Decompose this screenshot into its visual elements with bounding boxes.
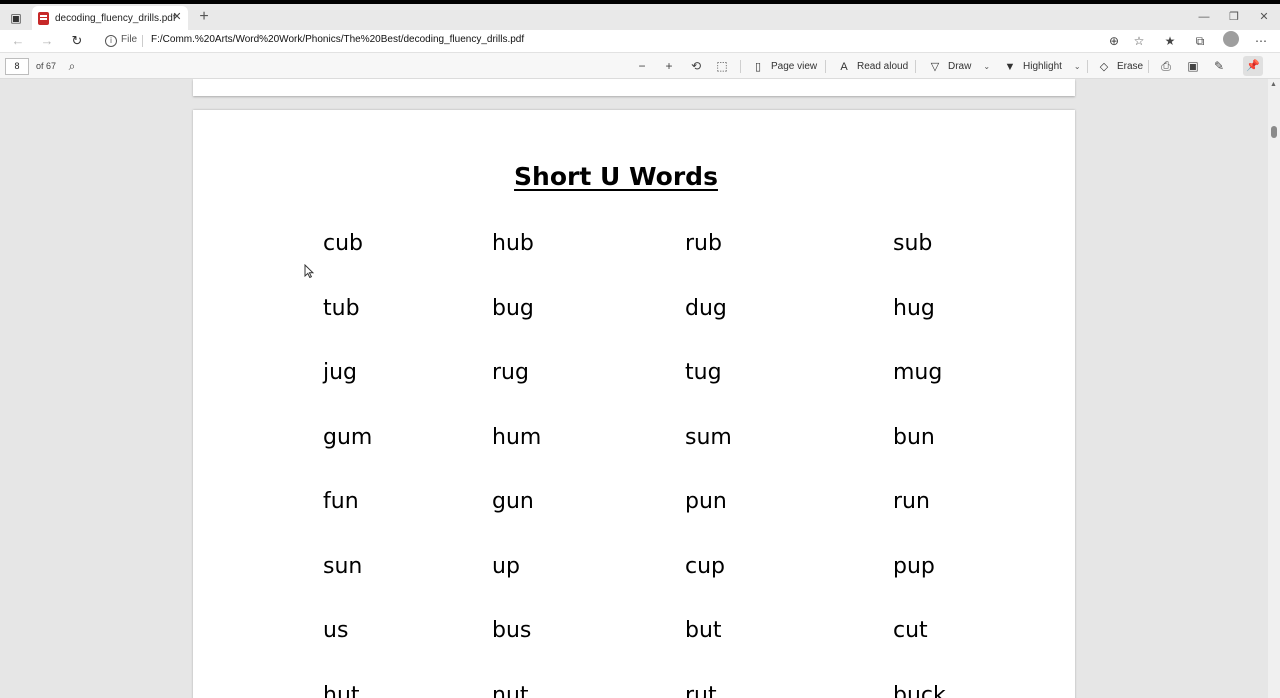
- page-count: of 67: [36, 61, 57, 71]
- page-title: Short U Words: [514, 162, 718, 191]
- word-item: sum: [685, 424, 732, 450]
- site-info-icon[interactable]: i: [105, 35, 117, 47]
- zoom-in-icon[interactable]: +: [661, 58, 677, 74]
- forward-icon[interactable]: →: [38, 32, 56, 50]
- word-item: rub: [685, 231, 722, 256]
- word-item: cup: [685, 553, 726, 579]
- highlight-icon: ▼: [1004, 60, 1016, 73]
- pdf-page: Short U Words cub hub rub sub tub bug dug hug ju…: [193, 110, 1075, 698]
- scroll-thumb[interactable]: [1271, 126, 1277, 138]
- toolbar-separator: [915, 60, 916, 73]
- tab-title: decoding_fluency_drills.pdf: [55, 12, 176, 24]
- new-tab-button[interactable]: +: [196, 8, 212, 26]
- word-item: cut: [893, 618, 928, 643]
- url-field[interactable]: F:/Comm.%20Arts/Word%20Work/Phonics/The%…: [151, 34, 524, 45]
- pin-toolbar-icon[interactable]: 📌: [1243, 56, 1263, 76]
- print-icon[interactable]: ⎙: [1158, 58, 1174, 74]
- rotate-icon[interactable]: ⟲: [688, 58, 704, 74]
- address-separator: [142, 35, 143, 47]
- word-item: gun: [492, 489, 534, 514]
- word-item: rug: [492, 360, 529, 385]
- favorites-icon[interactable]: ★: [1162, 33, 1178, 49]
- word-item: hut: [323, 682, 360, 698]
- word-item: tub: [323, 295, 360, 321]
- word-item: gum: [323, 424, 373, 450]
- word-item: jug: [323, 360, 358, 385]
- draw-icon: ▽: [930, 61, 940, 73]
- settings-menu-icon[interactable]: ⋯: [1253, 33, 1269, 49]
- collections-icon[interactable]: ⧉: [1192, 33, 1208, 49]
- word-item: hum: [492, 424, 542, 450]
- word-item: hug: [893, 295, 935, 321]
- erase-label: Erase: [1117, 61, 1144, 72]
- save-icon[interactable]: ▣: [1185, 58, 1201, 74]
- page-view-button[interactable]: ▯ Page view: [751, 58, 817, 75]
- word-item: pun: [685, 489, 727, 514]
- read-aloud-button[interactable]: A Read aloud: [837, 58, 908, 75]
- address-bar: ← → ↻ i File F:/Comm.%20Arts/Word%20Work…: [0, 30, 1280, 52]
- vertical-scrollbar[interactable]: ▲: [1268, 79, 1280, 698]
- toolbar-separator: [825, 60, 826, 73]
- word-item: mug: [893, 360, 943, 385]
- minimize-icon[interactable]: —: [1189, 8, 1219, 26]
- read-aloud-icon: A: [840, 60, 848, 73]
- scroll-up-icon[interactable]: ▲: [1270, 81, 1277, 88]
- save-as-icon[interactable]: ✎: [1211, 58, 1227, 74]
- word-item: cub: [323, 231, 364, 256]
- word-item: bug: [492, 295, 534, 321]
- toolbar-separator: [1148, 60, 1149, 73]
- erase-button[interactable]: ◇ Erase: [1097, 58, 1143, 75]
- word-item: nut: [492, 682, 529, 698]
- title-bar: ▣ decoding_fluency_drills.pdf ✕ + — ❐ ✕: [0, 0, 1280, 30]
- fit-page-icon[interactable]: ⬚: [714, 58, 730, 74]
- word-item: hub: [492, 231, 534, 256]
- word-item: up: [492, 553, 520, 579]
- eraser-icon: ◇: [1099, 61, 1109, 73]
- word-item: run: [893, 489, 930, 514]
- word-item: rut: [685, 682, 717, 698]
- tab-actions-icon[interactable]: ▣: [6, 8, 26, 28]
- highlight-label: Highlight: [1023, 61, 1062, 72]
- word-item: pup: [893, 553, 935, 579]
- file-scheme-label: File: [121, 34, 138, 45]
- word-item: bun: [893, 424, 935, 450]
- back-icon[interactable]: ←: [9, 32, 27, 50]
- previous-page: [193, 79, 1075, 96]
- document-viewport[interactable]: Short U Words cub hub rub sub tub bug dug hug ju…: [0, 79, 1268, 698]
- word-item: but: [685, 618, 722, 643]
- find-icon[interactable]: ⌕: [64, 58, 80, 74]
- toolbar-separator: [740, 60, 741, 73]
- page-number-input[interactable]: 8: [5, 58, 29, 75]
- draw-dropdown-icon[interactable]: ⌄: [983, 62, 990, 71]
- page-view-label: Page view: [771, 61, 818, 72]
- refresh-icon[interactable]: ↻: [68, 32, 86, 50]
- toolbar-separator: [1087, 60, 1088, 73]
- draw-label: Draw: [948, 61, 972, 72]
- highlight-button[interactable]: ▼ Highlight ⌄: [1003, 58, 1081, 75]
- draw-button[interactable]: ▽ Draw ⌄: [928, 58, 990, 75]
- pdf-file-icon: [38, 11, 49, 25]
- word-item: sub: [893, 231, 933, 256]
- word-item: buck: [893, 682, 946, 698]
- read-aloud-label: Read aloud: [857, 61, 909, 72]
- zoom-icon[interactable]: ⊕: [1106, 33, 1122, 49]
- word-item: dug: [685, 295, 727, 321]
- word-item: bus: [492, 618, 532, 643]
- word-item: fun: [323, 489, 359, 514]
- add-favorite-icon[interactable]: ☆: [1131, 33, 1147, 49]
- word-item: tug: [685, 360, 722, 385]
- window-close-icon[interactable]: ✕: [1249, 8, 1279, 26]
- restore-icon[interactable]: ❐: [1219, 8, 1249, 26]
- zoom-out-icon[interactable]: −: [634, 58, 650, 74]
- tab-active[interactable]: decoding_fluency_drills.pdf ✕: [32, 6, 188, 30]
- profile-avatar[interactable]: [1223, 31, 1239, 47]
- page-view-icon: ▯: [754, 61, 762, 73]
- word-item: sun: [323, 553, 363, 579]
- pdf-toolbar: 8 of 67 ⌕ − + ⟲ ⬚ ▯ Page view A Read alo…: [0, 52, 1280, 79]
- word-item: us: [323, 618, 349, 643]
- tab-close-icon[interactable]: ✕: [170, 10, 184, 24]
- highlight-dropdown-icon[interactable]: ⌄: [1074, 62, 1081, 71]
